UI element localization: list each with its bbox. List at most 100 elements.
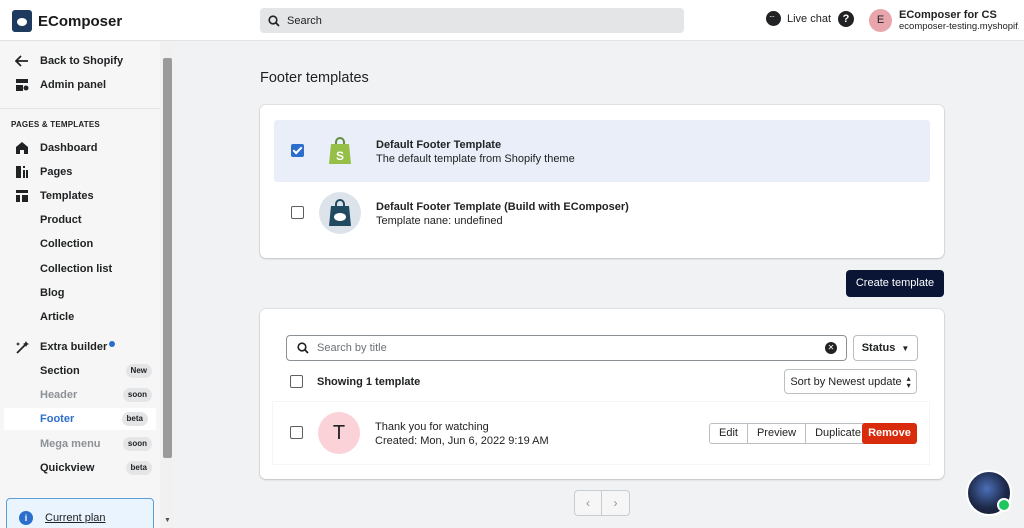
- pagination: ‹ ›: [574, 490, 630, 516]
- beta-badge: beta: [125, 461, 152, 475]
- store-name: EComposer for CS: [899, 9, 997, 21]
- soon-badge: soon: [122, 388, 152, 402]
- info-icon: i: [19, 511, 33, 525]
- global-search-input[interactable]: Search: [260, 8, 684, 33]
- notification-dot: [109, 341, 116, 347]
- scroll-down-arrow-icon[interactable]: ▼: [164, 517, 171, 524]
- sidebar-item-header[interactable]: Header soon: [0, 384, 160, 406]
- template-subtitle: Template nane: undefined: [376, 215, 503, 227]
- sidebar-item-collection-list[interactable]: Collection list: [0, 258, 160, 280]
- app-name: EComposer: [38, 12, 123, 30]
- live-chat-button[interactable]: Live chat: [766, 11, 831, 26]
- template-subtitle: The default template from Shopify theme: [376, 153, 575, 165]
- sidebar-item-label: Dashboard: [40, 142, 98, 154]
- sidebar-item-label: Mega menu: [40, 438, 101, 450]
- remove-button[interactable]: Remove: [862, 423, 917, 444]
- sidebar-item-label: Back to Shopify: [40, 55, 124, 67]
- ecomposer-logo-icon: [12, 10, 32, 32]
- sort-select[interactable]: Sort by Newest update ▴ ▾: [784, 369, 917, 394]
- sidebar-section-title: PAGES & TEMPLATES: [11, 120, 100, 129]
- status-filter-button[interactable]: Status ▼: [853, 335, 918, 361]
- sidebar-item-article[interactable]: Article: [0, 306, 160, 328]
- ecomposer-bag-icon: [319, 192, 361, 234]
- shopify-bag-icon: S: [319, 130, 361, 172]
- app-logo[interactable]: EComposer: [12, 10, 122, 32]
- edit-button[interactable]: Edit: [710, 424, 748, 443]
- clear-search-icon[interactable]: ✕: [825, 342, 837, 354]
- magic-wand-icon: [14, 339, 30, 355]
- sidebar-item-collection[interactable]: Collection: [0, 233, 160, 255]
- current-plan-link[interactable]: Current plan: [45, 512, 106, 524]
- sidebar-item-footer[interactable]: Footer beta: [4, 408, 156, 430]
- store-menu[interactable]: EComposer for CS ecomposer-testing.mysho…: [899, 9, 1019, 32]
- sidebar-item-dashboard[interactable]: Dashboard: [0, 137, 160, 159]
- bulk-select-bar: Showing 1 template: [290, 375, 420, 388]
- current-plan-banner[interactable]: i Current plan: [6, 498, 154, 528]
- default-template-row[interactable]: Default Footer Template (Build with ECom…: [274, 182, 930, 244]
- sidebar-item-mega-menu[interactable]: Mega menu soon: [0, 433, 160, 455]
- sidebar-item-blog[interactable]: Blog: [0, 282, 160, 304]
- sidebar-item-label: Templates: [40, 190, 94, 202]
- create-template-button[interactable]: Create template: [846, 270, 944, 297]
- sidebar-item-product[interactable]: Product: [0, 209, 160, 231]
- search-icon: [268, 14, 280, 27]
- sidebar-item-quickview[interactable]: Quickview beta: [0, 457, 160, 479]
- page-title: Footer templates: [260, 70, 369, 86]
- sidebar-divider: [0, 108, 160, 109]
- search-placeholder: Search by title: [317, 342, 387, 354]
- support-chat-avatar[interactable]: [966, 470, 1012, 516]
- extra-builder-label: Extra builder: [40, 341, 108, 353]
- sidebar-item-label: Header: [40, 389, 78, 401]
- sidebar-item-extra-builder[interactable]: Extra builder: [0, 336, 160, 358]
- sidebar-item-pages[interactable]: Pages: [0, 161, 160, 183]
- showing-count: Showing 1 template: [317, 375, 421, 388]
- previous-page-button[interactable]: ‹: [574, 490, 602, 516]
- live-chat-label: Live chat: [787, 12, 832, 25]
- admin-panel-icon: [14, 77, 30, 93]
- scrollbar-thumb[interactable]: [163, 58, 172, 458]
- duplicate-button[interactable]: Duplicate: [806, 424, 870, 443]
- template-title: Default Footer Template (Build with ECom…: [376, 201, 629, 213]
- arrow-left-icon: [14, 53, 30, 69]
- template-title: Thank you for watching: [375, 421, 489, 433]
- sidebar-item-label: Extra builder: [40, 341, 116, 353]
- chat-bubble-icon: [766, 11, 781, 26]
- templates-icon: [14, 188, 30, 204]
- default-template-row[interactable]: S Default Footer Template The default te…: [274, 120, 930, 182]
- top-bar: EComposer Search Live chat ? E EComposer…: [0, 0, 1024, 41]
- template-title: Default Footer Template: [376, 139, 502, 151]
- sidebar-item-label: Section: [40, 365, 80, 377]
- beta-badge: beta: [121, 412, 148, 426]
- sidebar: Back to Shopify Admin panel PAGES & TEMP…: [0, 42, 160, 528]
- sidebar-item-admin-panel[interactable]: Admin panel: [0, 74, 160, 96]
- template-checkbox[interactable]: [290, 426, 303, 439]
- search-by-title-input[interactable]: Search by title ✕: [286, 335, 847, 361]
- help-icon[interactable]: ?: [838, 11, 854, 27]
- default-templates-card: S Default Footer Template The default te…: [260, 105, 944, 258]
- pages-icon: [14, 164, 30, 180]
- sort-arrows-icon: ▴ ▾: [906, 373, 911, 390]
- sidebar-item-label: Pages: [40, 166, 73, 178]
- sidebar-item-label: Quickview: [40, 462, 95, 474]
- sidebar-item-templates[interactable]: Templates: [0, 185, 160, 207]
- search-icon: [297, 342, 309, 354]
- sidebar-item-section[interactable]: Section New: [0, 360, 160, 382]
- next-page-button[interactable]: ›: [602, 490, 630, 516]
- sort-label: Sort by Newest update: [790, 375, 902, 388]
- sidebar-scrollbar[interactable]: ▼: [161, 42, 174, 528]
- svg-text:S: S: [336, 149, 344, 163]
- status-label: Status: [861, 342, 896, 354]
- store-avatar[interactable]: E: [869, 9, 892, 32]
- sidebar-item-back-to-shopify[interactable]: Back to Shopify: [0, 50, 160, 72]
- caret-down-icon: ▼: [901, 343, 910, 353]
- select-all-checkbox[interactable]: [290, 375, 303, 388]
- template-checkbox[interactable]: [291, 206, 304, 219]
- store-url: ecomposer-testing.myshopif...: [899, 21, 1019, 32]
- template-checkbox[interactable]: [291, 144, 304, 157]
- template-actions: Edit Preview Duplicate: [709, 423, 871, 444]
- home-icon: [14, 140, 30, 156]
- soon-badge: soon: [122, 437, 152, 451]
- template-created: Created: Mon, Jun 6, 2022 9:19 AM: [375, 435, 549, 447]
- preview-button[interactable]: Preview: [748, 424, 807, 443]
- search-placeholder: Search: [287, 14, 322, 27]
